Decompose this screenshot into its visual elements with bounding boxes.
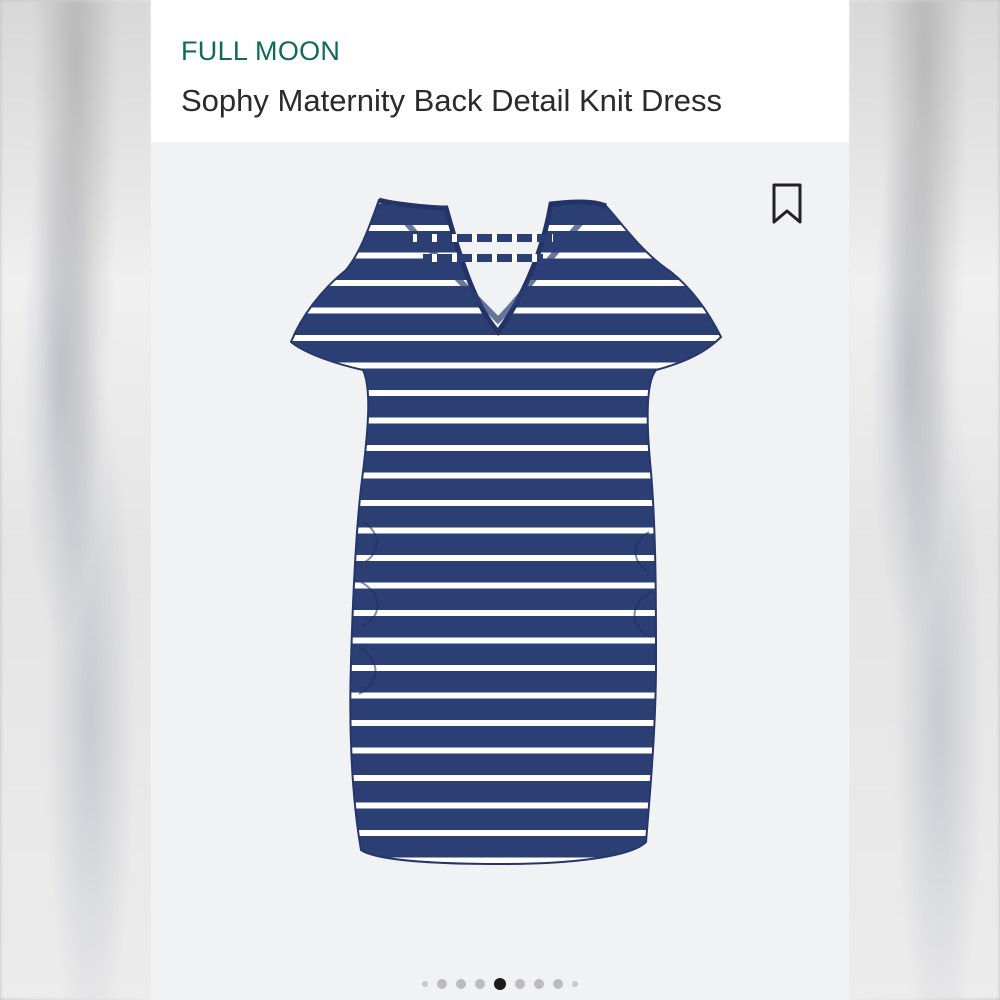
product-image-carousel[interactable] [151,142,849,1000]
blurred-background-left [0,0,151,1000]
bookmark-icon[interactable] [771,182,803,226]
carousel-dot[interactable] [475,979,485,989]
product-photo-dress [289,197,723,866]
carousel-pagination [151,978,849,990]
carousel-dot[interactable] [534,979,544,989]
carousel-dot[interactable] [553,979,563,989]
back-detail-strap-1 [413,234,553,242]
product-card: FULL MOON Sophy Maternity Back Detail Kn… [151,0,849,1000]
product-header: FULL MOON Sophy Maternity Back Detail Kn… [151,0,849,142]
carousel-dot-active[interactable] [494,978,506,990]
brand-name[interactable]: FULL MOON [181,38,849,65]
carousel-dot[interactable] [437,979,447,989]
product-title: Sophy Maternity Back Detail Knit Dress [181,83,722,118]
dress-body [289,198,723,866]
carousel-dot[interactable] [456,979,466,989]
carousel-dot[interactable] [422,981,428,987]
carousel-dot[interactable] [515,979,525,989]
back-detail-strap-2 [423,254,543,262]
carousel-dot[interactable] [572,981,578,987]
blurred-background-right [849,0,1000,1000]
